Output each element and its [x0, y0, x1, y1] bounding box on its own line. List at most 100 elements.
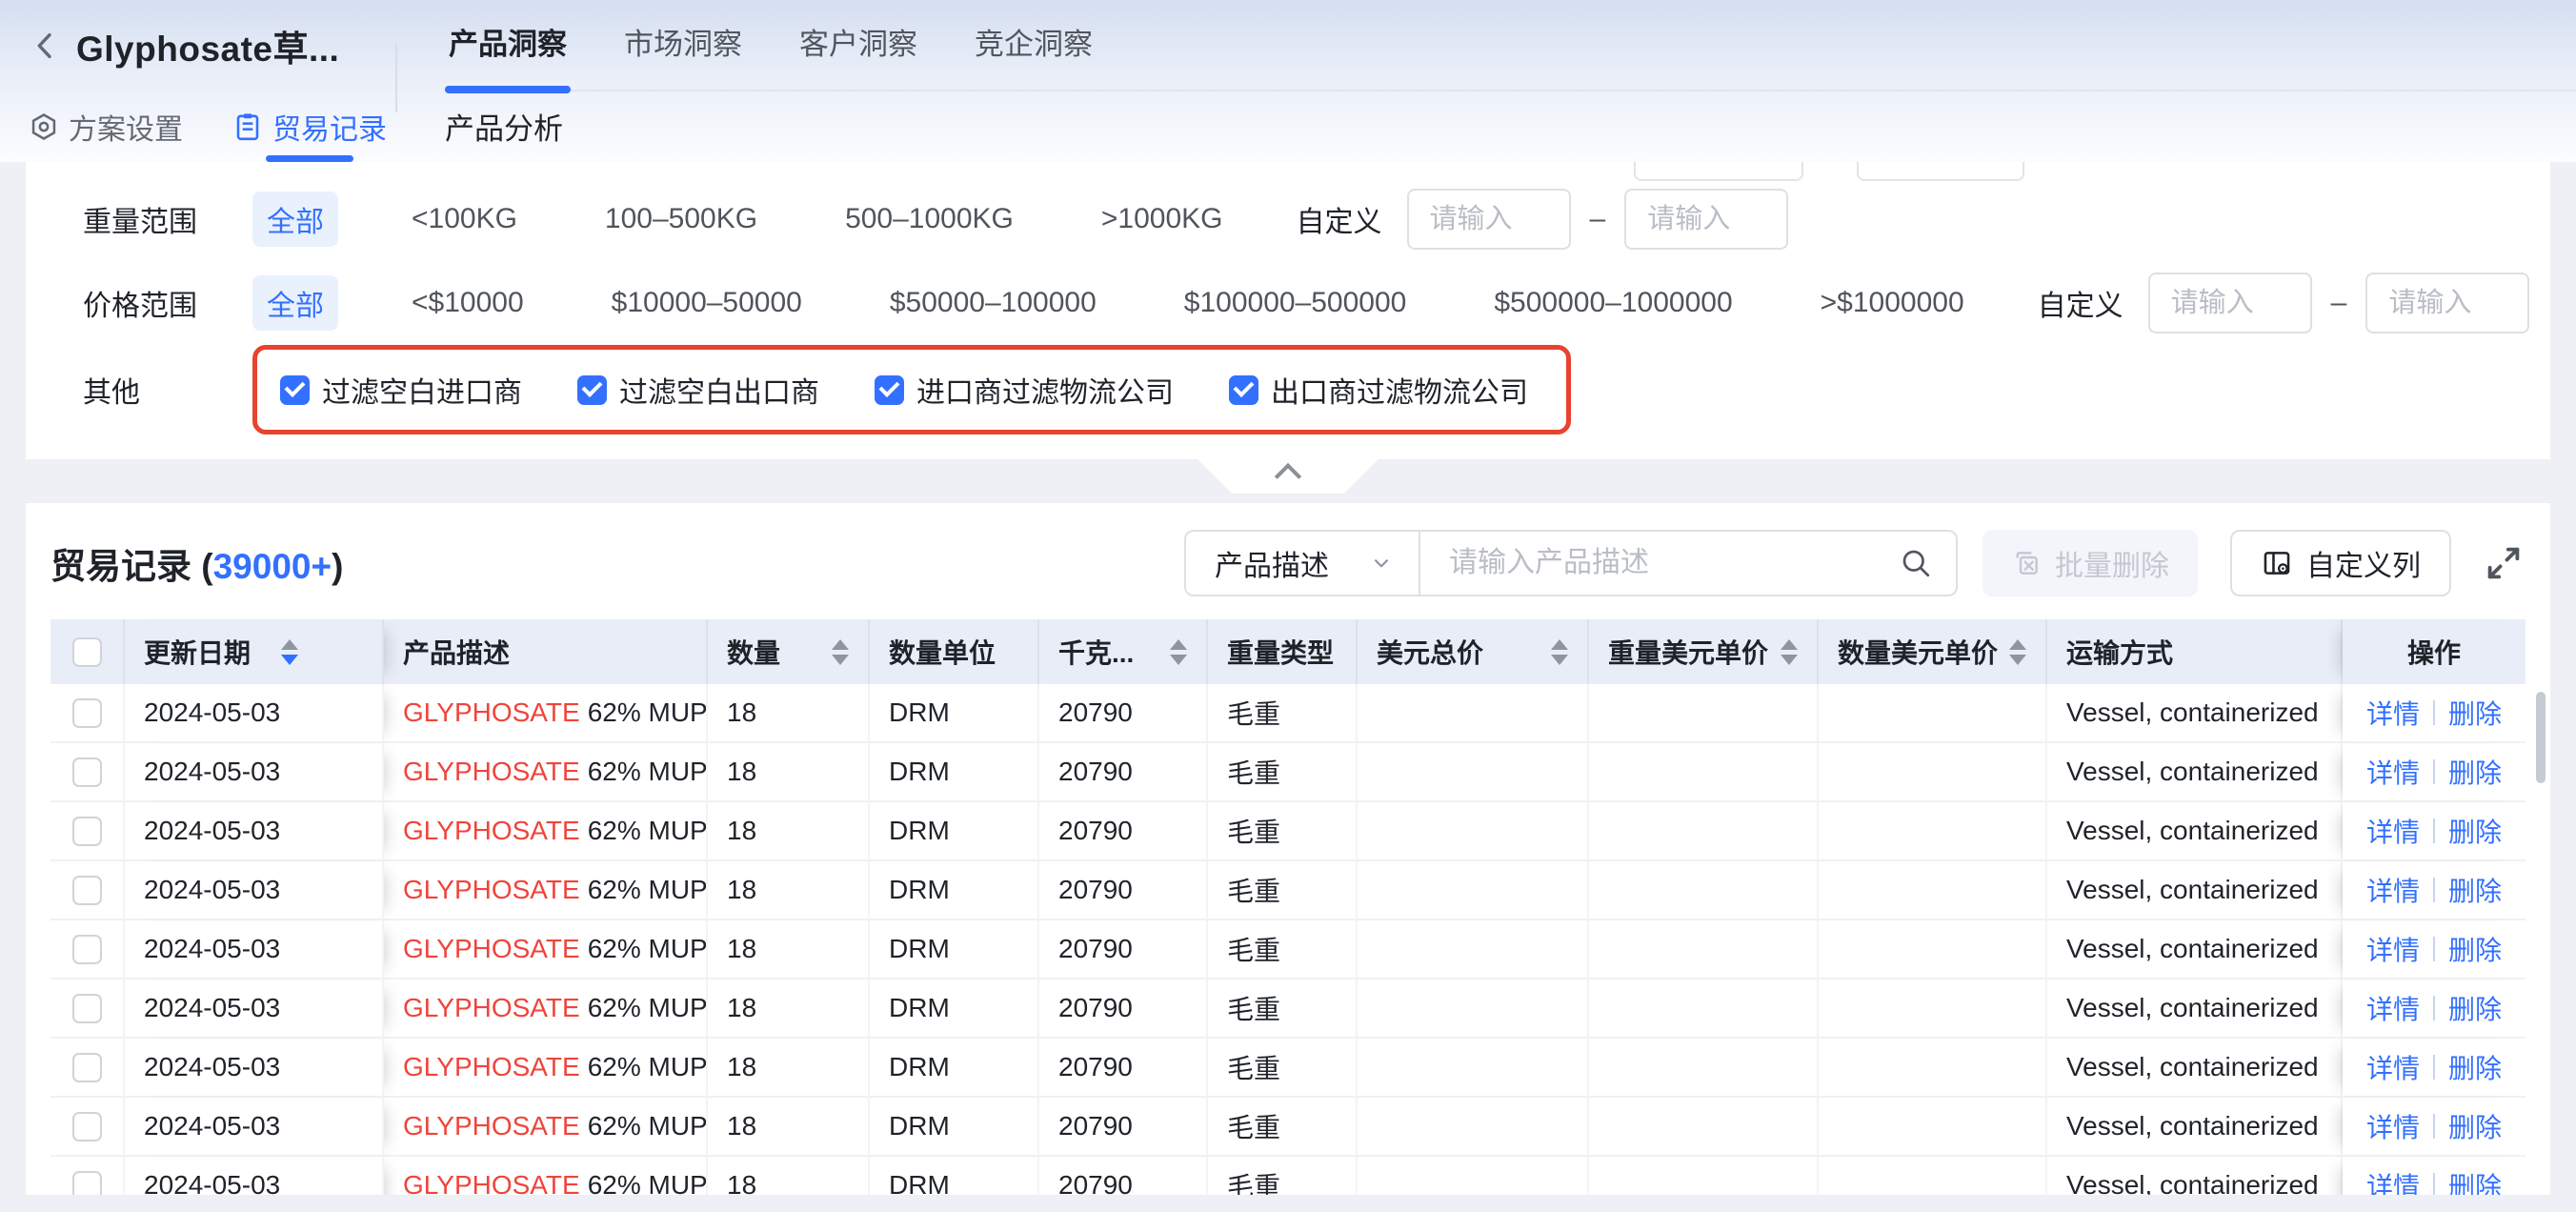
- detail-link[interactable]: 详情: [2366, 989, 2420, 1027]
- row-checkbox[interactable]: [72, 994, 102, 1023]
- row-checkbox[interactable]: [72, 1112, 102, 1141]
- records-title: 贸易记录: [50, 547, 191, 586]
- detail-link[interactable]: 详情: [2366, 812, 2420, 850]
- column-header-usd_weight_unit[interactable]: 重量美元单价: [1589, 619, 1819, 684]
- select-all-checkbox[interactable]: [72, 637, 102, 667]
- cell-qty_unit: DRM: [870, 1098, 1039, 1157]
- checkbox[interactable]: [1229, 375, 1258, 405]
- detail-link[interactable]: 详情: [2366, 1166, 2420, 1195]
- column-header-usd_total[interactable]: 美元总价: [1358, 619, 1589, 684]
- sort-icons[interactable]: [1998, 639, 2026, 665]
- cell-transport: Vessel, containerized: [2047, 743, 2343, 802]
- column-header-usd_qty_unit[interactable]: 数量美元单价: [1819, 619, 2047, 684]
- column-header-kg[interactable]: 千克...: [1039, 619, 1208, 684]
- sort-icons[interactable]: [1769, 639, 1798, 665]
- column-header-qty[interactable]: 数量: [708, 619, 870, 684]
- delete-link[interactable]: 删除: [2448, 812, 2502, 850]
- weight-min-input[interactable]: [1407, 189, 1571, 250]
- row-checkbox[interactable]: [72, 935, 102, 964]
- sort-icons[interactable]: [1540, 639, 1568, 665]
- weight-option[interactable]: >1000KG: [1087, 196, 1238, 242]
- tab-competitor-insight[interactable]: 竞企洞察: [971, 20, 1097, 90]
- delete-link[interactable]: 删除: [2448, 1048, 2502, 1086]
- search-input[interactable]: [1449, 547, 1899, 579]
- detail-link[interactable]: 详情: [2366, 1107, 2420, 1145]
- delete-link[interactable]: 删除: [2448, 989, 2502, 1027]
- detail-link[interactable]: 详情: [2366, 871, 2420, 909]
- checkbox[interactable]: [280, 375, 310, 405]
- batch-delete-button[interactable]: 批量删除: [1982, 530, 2198, 596]
- filter-checkbox-item[interactable]: 过滤空白进口商: [280, 369, 522, 411]
- sort-icons[interactable]: [1158, 639, 1187, 665]
- price-max-input[interactable]: [2365, 273, 2529, 333]
- table-row: 2024-05-03GLYPHOSATE 62% MUP – I...18DRM…: [50, 861, 2526, 920]
- cell-date: 2024-05-03: [125, 802, 384, 861]
- checkbox[interactable]: [875, 375, 904, 405]
- tab-product-insight[interactable]: 产品洞察: [445, 20, 571, 90]
- price-option[interactable]: 全部: [252, 275, 338, 331]
- chevron-up-icon: [1275, 463, 1301, 490]
- cutoff-input[interactable]: [1857, 162, 2024, 181]
- price-option[interactable]: $50000–100000: [875, 280, 1111, 326]
- price-option[interactable]: >$1000000: [1806, 280, 1979, 326]
- delete-link[interactable]: 删除: [2448, 1107, 2502, 1145]
- sort-icons[interactable]: [270, 639, 298, 665]
- collapse-filter-panel-button[interactable]: [1197, 459, 1379, 494]
- price-option[interactable]: $10000–50000: [597, 280, 816, 326]
- detail-link[interactable]: 详情: [2366, 1048, 2420, 1086]
- fullscreen-icon[interactable]: [2482, 541, 2526, 585]
- filter-checkbox-item[interactable]: 过滤空白出口商: [577, 369, 819, 411]
- cutoff-input[interactable]: [1634, 162, 1803, 181]
- price-option[interactable]: <$10000: [397, 280, 538, 326]
- tab-customer-insight[interactable]: 客户洞察: [795, 20, 921, 90]
- row-checkbox[interactable]: [72, 817, 102, 846]
- product-rest: 62% MUP – I...: [588, 934, 708, 964]
- delete-link[interactable]: 删除: [2448, 871, 2502, 909]
- detail-link[interactable]: 详情: [2366, 694, 2420, 732]
- weight-option[interactable]: 100–500KG: [591, 196, 772, 242]
- price-option[interactable]: $100000–500000: [1170, 280, 1421, 326]
- cell-usd_total: [1358, 743, 1589, 802]
- cell-usd_weight_unit: [1589, 684, 1819, 743]
- weight-max-input[interactable]: [1624, 189, 1788, 250]
- subtab-trade-records[interactable]: 贸易记录: [232, 91, 387, 162]
- table-row: 2024-05-03GLYPHOSATE 62% MUP – I...18DRM…: [50, 1039, 2526, 1098]
- column-label: 产品描述: [403, 633, 510, 671]
- weight-option[interactable]: 500–1000KG: [831, 196, 1028, 242]
- row-checkbox[interactable]: [72, 1171, 102, 1196]
- price-min-input[interactable]: [2148, 273, 2312, 333]
- checkbox[interactable]: [577, 375, 607, 405]
- search-field-select[interactable]: 产品描述: [1186, 532, 1420, 595]
- detail-link[interactable]: 详情: [2366, 753, 2420, 791]
- delete-link[interactable]: 删除: [2448, 753, 2502, 791]
- filter-checkbox-item[interactable]: 出口商过滤物流公司: [1229, 369, 1528, 411]
- search-icon[interactable]: [1899, 546, 1933, 580]
- cell-usd_qty_unit: [1819, 980, 2047, 1039]
- row-checkbox[interactable]: [72, 758, 102, 787]
- filter-checkbox-item[interactable]: 进口商过滤物流公司: [875, 369, 1174, 411]
- cell-usd_total: [1358, 920, 1589, 980]
- cell-checkbox: [50, 861, 125, 920]
- back-icon[interactable]: [29, 30, 61, 62]
- cell-actions: 详情删除: [2343, 980, 2526, 1039]
- column-header-date[interactable]: 更新日期: [125, 619, 384, 684]
- weight-option[interactable]: <100KG: [397, 196, 532, 242]
- weight-option[interactable]: 全部: [252, 192, 338, 247]
- delete-link[interactable]: 删除: [2448, 694, 2502, 732]
- cell-kg: 20790: [1039, 920, 1208, 980]
- detail-link[interactable]: 详情: [2366, 930, 2420, 968]
- tab-product-analysis[interactable]: 产品分析: [445, 105, 563, 148]
- other-checkbox-group-highlight: 过滤空白进口商 过滤空白出口商 进口商过滤物流公司 出口商过滤物流公司: [252, 345, 1571, 434]
- cell-usd_weight_unit: [1589, 1039, 1819, 1098]
- custom-columns-button[interactable]: 自定义列: [2230, 530, 2451, 596]
- delete-link[interactable]: 删除: [2448, 930, 2502, 968]
- vertical-scrollbar[interactable]: [2536, 692, 2546, 783]
- row-checkbox[interactable]: [72, 1053, 102, 1082]
- subtab-scheme-settings[interactable]: 方案设置: [29, 91, 183, 162]
- delete-link[interactable]: 删除: [2448, 1166, 2502, 1195]
- sort-icons[interactable]: [820, 639, 849, 665]
- price-option[interactable]: $500000–1000000: [1479, 280, 1746, 326]
- row-checkbox[interactable]: [72, 698, 102, 728]
- row-checkbox[interactable]: [72, 876, 102, 905]
- tab-market-insight[interactable]: 市场洞察: [620, 20, 746, 90]
